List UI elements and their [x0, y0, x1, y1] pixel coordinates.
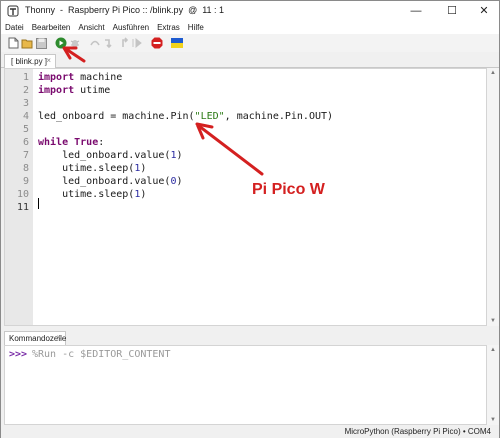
line-number: 6 [22, 137, 29, 148]
scroll-up-icon[interactable]: ▲ [487, 68, 499, 78]
thonny-app-icon [7, 5, 19, 17]
code-editor[interactable]: 1 2 3 4 5 6 7 8 9 10 11 import machine i… [4, 68, 487, 326]
code-text: led_onboard = machine.Pin( [38, 111, 195, 122]
menu-ansicht[interactable]: Ansicht [78, 23, 104, 32]
code-line: while True: [38, 137, 104, 148]
menu-bar: Datei Bearbeiten Ansicht Ausführen Extra… [1, 20, 499, 34]
code-text: ) [176, 176, 183, 187]
code-line: led_onboard.value(0) [38, 176, 183, 187]
step-out-icon[interactable] [117, 37, 129, 49]
code-text: led_onboard.value( [38, 176, 171, 187]
string-literal: "LED" [194, 111, 225, 122]
shell-prompt: >>> [9, 349, 28, 360]
code-text: utime [74, 85, 111, 96]
line-number: 10 [16, 189, 29, 200]
shell-scrollbar[interactable]: ▲ ▼ [487, 345, 499, 425]
line-number: 7 [22, 150, 29, 161]
tab-kommandozeile[interactable]: Kommandozeile × [4, 331, 66, 345]
menu-hilfe[interactable]: Hilfe [188, 23, 204, 32]
line-number: 3 [22, 98, 29, 109]
editor-tab-bar: [ blink.py ] × [1, 52, 499, 68]
tab-close-icon[interactable]: × [46, 56, 51, 65]
code-line: utime.sleep(1) [38, 189, 146, 200]
keyword: import [38, 85, 75, 96]
annotation-label: Pi Pico W [252, 181, 325, 198]
status-bar: MicroPython (Raspberry Pi Pico) • COM4 [1, 425, 499, 438]
thonny-window: Thonny - Raspberry Pi Pico :: /blink.py … [0, 0, 500, 438]
keyword: True [74, 137, 99, 148]
shell-console[interactable]: >>> %Run -c $EDITOR_CONTENT [4, 345, 487, 425]
maximize-button[interactable]: ☐ [437, 1, 467, 20]
tab-label: [ blink.py ] [11, 57, 48, 66]
code-line: import utime [38, 85, 110, 96]
toolbar [1, 34, 499, 52]
code-line: led_onboard = machine.Pin("LED", machine… [38, 111, 333, 122]
step-over-icon[interactable] [89, 37, 101, 49]
line-number: 8 [22, 163, 29, 174]
code-text: : [98, 137, 105, 148]
scroll-down-icon[interactable]: ▼ [487, 316, 499, 326]
code-line: led_onboard.value(1) [38, 150, 183, 161]
code-text: utime.sleep( [38, 189, 135, 200]
menu-bearbeiten[interactable]: Bearbeiten [32, 23, 71, 32]
code-text: machine [74, 72, 123, 83]
save-icon[interactable] [35, 37, 47, 49]
stop-icon[interactable] [151, 37, 163, 49]
code-line: import machine [38, 72, 122, 83]
code-text: utime.sleep( [38, 163, 135, 174]
close-button[interactable]: ✕ [469, 1, 499, 20]
minimize-button[interactable]: — [401, 1, 431, 20]
keyword: while [38, 137, 69, 148]
shell-command: %Run -c $EDITOR_CONTENT [32, 349, 171, 360]
ukraine-flag-icon[interactable] [171, 37, 183, 49]
code-text: ) [176, 150, 183, 161]
code-text: ) [140, 189, 147, 200]
debug-icon[interactable] [69, 37, 81, 49]
line-number: 4 [22, 111, 29, 122]
line-number: 5 [22, 124, 29, 135]
text-cursor [38, 198, 39, 209]
code-text: led_onboard.value( [38, 150, 171, 161]
scroll-down-icon[interactable]: ▼ [487, 415, 499, 425]
menu-extras[interactable]: Extras [157, 23, 180, 32]
line-number: 2 [22, 85, 29, 96]
line-number: 1 [22, 72, 29, 83]
window-title: Thonny - Raspberry Pi Pico :: /blink.py … [25, 5, 225, 15]
editor-scrollbar[interactable]: ▲ ▼ [487, 68, 499, 326]
line-number-current: 11 [16, 202, 29, 213]
code-line: utime.sleep(1) [38, 163, 146, 174]
shell-tab-bar: Kommandozeile × [1, 329, 499, 345]
menu-datei[interactable]: Datei [5, 23, 24, 32]
tab-blink-py[interactable]: [ blink.py ] × [4, 54, 56, 68]
step-into-icon[interactable] [103, 37, 115, 49]
shell-tab-close-icon[interactable]: × [56, 333, 61, 342]
line-number-gutter: 1 2 3 4 5 6 7 8 9 10 11 [5, 69, 33, 325]
scroll-up-icon[interactable]: ▲ [487, 345, 499, 355]
code-text: , machine.Pin.OUT) [224, 111, 334, 122]
run-icon[interactable] [55, 37, 67, 49]
open-file-icon[interactable] [21, 37, 33, 49]
code-text: ) [140, 163, 147, 174]
line-number: 9 [22, 176, 29, 187]
keyword: import [38, 72, 75, 83]
new-file-icon[interactable] [7, 37, 19, 49]
resume-icon[interactable] [131, 37, 143, 49]
menu-ausfuehren[interactable]: Ausführen [113, 23, 149, 32]
interpreter-status[interactable]: MicroPython (Raspberry Pi Pico) • COM4 [345, 427, 491, 436]
title-bar[interactable]: Thonny - Raspberry Pi Pico :: /blink.py … [1, 1, 499, 20]
